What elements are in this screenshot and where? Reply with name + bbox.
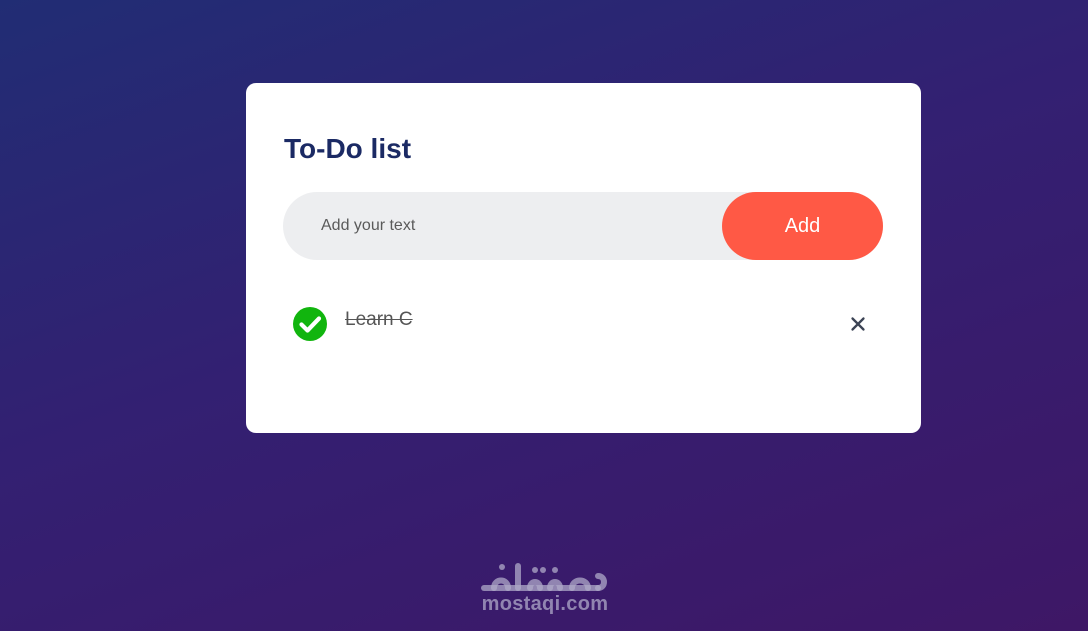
watermark: mostaqi.com [478,558,612,614]
input-row: Add [283,192,883,260]
check-circle-icon[interactable] [292,306,328,342]
add-button[interactable]: Add [722,192,883,260]
task-text-input[interactable] [283,192,723,260]
close-icon[interactable] [848,314,868,334]
mostaqi-logo [481,563,607,591]
todo-card: To-Do list Add Learn C [246,83,921,433]
task-label: Learn C [345,309,413,330]
list-item[interactable]: Learn C [292,304,872,342]
watermark-url: mostaqi.com [481,593,609,615]
page-title: To-Do list [284,133,412,164]
task-list: Learn C [292,304,872,342]
